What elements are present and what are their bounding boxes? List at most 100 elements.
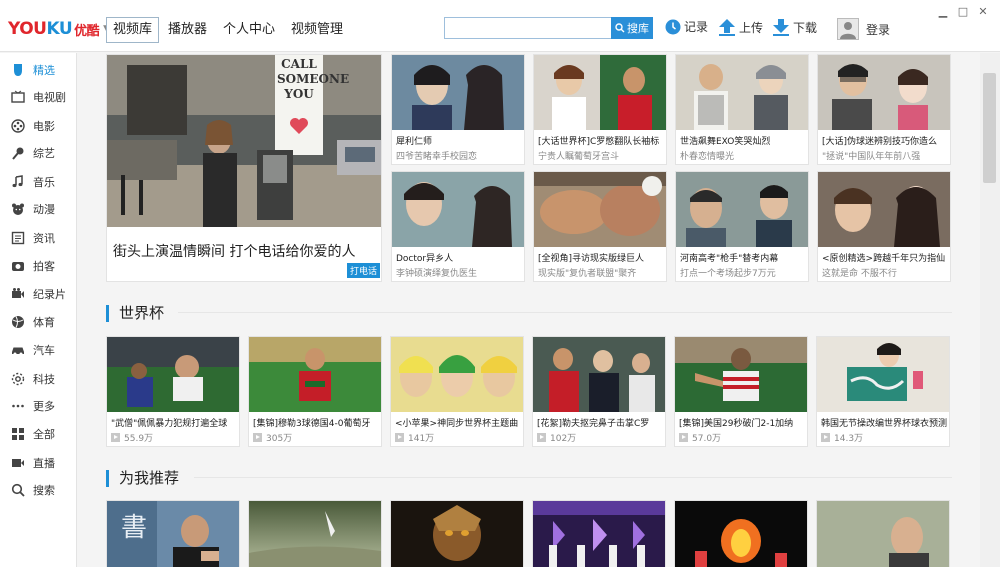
search-button-label: 搜库 bbox=[627, 23, 649, 35]
section-divider bbox=[194, 477, 952, 478]
featured-card[interactable]: [大话]伪球迷辨别技巧你造么 "拯说"中国队年年前八强 bbox=[817, 54, 951, 165]
featured-card[interactable]: 犀利仁师 四爷苦睹幸手校园恋 bbox=[391, 54, 525, 165]
sidebar-item-tech[interactable]: 科技 bbox=[0, 367, 76, 391]
featured-card-subtitle: 这就是命 不服不行 bbox=[822, 269, 897, 279]
worldcup-card[interactable]: 韩国无节操改编世界杯球衣预测 14.3万 bbox=[816, 336, 950, 447]
youku-client-window: YOUKU优酷▼ 视频库 播放器 个人中心 视频管理 搜库 记录 上传 下载 登… bbox=[0, 0, 1000, 567]
sidebar-item-film-reel[interactable]: 电影 bbox=[0, 114, 76, 138]
sidebar-item-grid[interactable]: 全部 bbox=[0, 422, 76, 446]
login-button[interactable]: 登录 bbox=[837, 18, 890, 40]
recommend-thumbnail bbox=[675, 501, 807, 567]
view-count: 55.9万 bbox=[111, 431, 153, 444]
record-label: 记录 bbox=[684, 20, 709, 34]
close-icon[interactable]: ✕ bbox=[976, 5, 990, 18]
featured-icon bbox=[10, 63, 25, 78]
sidebar-item-label: 动漫 bbox=[33, 203, 55, 216]
sidebar-item-news[interactable]: 资讯 bbox=[0, 226, 76, 250]
sidebar-item-ball[interactable]: 体育 bbox=[0, 310, 76, 334]
vertical-scrollbar[interactable] bbox=[980, 53, 1000, 567]
recommend-card[interactable] bbox=[390, 500, 524, 567]
sidebar-item-label: 电影 bbox=[33, 120, 55, 133]
sidebar-item-more[interactable]: 更多 bbox=[0, 394, 76, 418]
worldcup-card[interactable]: "武僧"佩佩暴力犯规打遍全球 55.9万 bbox=[106, 336, 240, 447]
download-button[interactable]: 下载 bbox=[772, 18, 817, 36]
featured-card-title: 世浩飙舞EXO笑哭灿烈 bbox=[680, 137, 771, 147]
sidebar-item-bear[interactable]: 动漫 bbox=[0, 197, 76, 221]
search-input[interactable] bbox=[444, 17, 612, 39]
featured-card-subtitle: 宁贵人瞩葡萄牙宫斗 bbox=[538, 152, 620, 162]
tab-video-library[interactable]: 视频库 bbox=[106, 17, 160, 43]
play-count-icon bbox=[537, 433, 546, 442]
worldcup-card[interactable]: [集锦]美国29秒破门2-1加纳 57.0万 bbox=[674, 336, 808, 447]
featured-card[interactable]: [全视角]寻访现实版绿巨人 现实版"复仇者联盟"聚齐 bbox=[533, 171, 667, 282]
recommend-thumbnail bbox=[391, 501, 523, 567]
sidebar-item-car[interactable]: 汽车 bbox=[0, 338, 76, 362]
featured-card-title: [全视角]寻访现实版绿巨人 bbox=[538, 254, 645, 264]
recommend-thumbnail: 書 bbox=[107, 501, 239, 567]
worldcup-card-title: [花絮]勒夫抠完鼻子击掌C罗 bbox=[537, 419, 650, 429]
worldcup-card[interactable]: [集锦]穆勒3球德国4-0葡萄牙 305万 bbox=[248, 336, 382, 447]
tab-player[interactable]: 播放器 bbox=[161, 17, 214, 43]
recommend-card[interactable] bbox=[674, 500, 808, 567]
recommend-thumbnail bbox=[249, 501, 381, 567]
featured-main-thumbnail: CALL SOMEONE YOU bbox=[107, 55, 381, 227]
worldcup-card-title: [集锦]美国29秒破门2-1加纳 bbox=[679, 419, 794, 429]
search-button[interactable]: 搜库 bbox=[611, 17, 653, 39]
bear-icon bbox=[10, 202, 25, 217]
sidebar-item-label: 直播 bbox=[33, 457, 55, 470]
youku-logo[interactable]: YOUKU优酷▼ bbox=[8, 17, 110, 41]
recommend-card[interactable] bbox=[816, 500, 950, 567]
worldcup-card[interactable]: [花絮]勒夫抠完鼻子击掌C罗 102万 bbox=[532, 336, 666, 447]
worldcup-thumbnail bbox=[675, 337, 807, 412]
sidebar-item-microphone[interactable]: 综艺 bbox=[0, 141, 76, 165]
section-divider bbox=[178, 312, 952, 313]
record-button[interactable]: 记录 bbox=[665, 18, 708, 35]
featured-thumbnail bbox=[676, 55, 808, 130]
featured-main-title: 街头上演温情瞬间 打个电话给你爱的人 bbox=[113, 244, 356, 260]
ball-icon bbox=[10, 315, 25, 330]
view-count: 57.0万 bbox=[679, 431, 721, 444]
featured-card[interactable]: 世浩飙舞EXO笑哭灿烈 朴春恋情曝光 bbox=[675, 54, 809, 165]
download-label: 下载 bbox=[793, 20, 818, 35]
sidebar-item-label: 音乐 bbox=[33, 176, 55, 189]
minimize-icon[interactable]: ▁ bbox=[936, 5, 950, 18]
sidebar-item-featured[interactable]: 精选 bbox=[0, 58, 76, 82]
worldcup-thumbnail bbox=[533, 337, 665, 412]
featured-thumbnail bbox=[676, 172, 808, 247]
recommend-card[interactable] bbox=[248, 500, 382, 567]
sidebar-item-camera[interactable]: 拍客 bbox=[0, 254, 76, 278]
sign-text: CALL SOMEONE YOU bbox=[277, 57, 350, 101]
worldcup-card[interactable]: <小苹果>神同步世界杯主题曲 141万 bbox=[390, 336, 524, 447]
section-title-worldcup: 世界杯 bbox=[106, 305, 164, 322]
featured-card-title: <原创精选>跨越千年只为指仙 bbox=[822, 254, 946, 264]
search-icon bbox=[615, 23, 625, 33]
download-arrow-icon bbox=[773, 19, 789, 36]
featured-card[interactable]: [大话世界杯]C罗憋翻队长袖标 宁贵人瞩葡萄牙宫斗 bbox=[533, 54, 667, 165]
featured-card[interactable]: 河南高考"枪手"替考内幕 打点一个考场起步7万元 bbox=[675, 171, 809, 282]
recommend-card[interactable]: 書 bbox=[106, 500, 240, 567]
featured-card-title: [大话世界杯]C罗憋翻队长袖标 bbox=[538, 137, 660, 147]
featured-card[interactable]: Doctor异乡人 李钟硕演绎复仇医生 bbox=[391, 171, 525, 282]
sidebar-item-video-camera[interactable]: 纪录片 bbox=[0, 282, 76, 306]
sidebar: 精选电视剧电影综艺音乐动漫资讯拍客纪录片体育汽车科技更多全部直播搜索 bbox=[0, 53, 77, 567]
tab-personal-center[interactable]: 个人中心 bbox=[216, 17, 282, 43]
featured-card[interactable]: <原创精选>跨越千年只为指仙 这就是命 不服不行 bbox=[817, 171, 951, 282]
view-count: 14.3万 bbox=[821, 431, 863, 444]
sidebar-item-live[interactable]: 直播 bbox=[0, 451, 76, 475]
more-icon bbox=[10, 399, 25, 414]
worldcup-thumbnail bbox=[817, 337, 949, 412]
featured-main-card[interactable]: CALL SOMEONE YOU 街头上演温情瞬间 打个电话给你爱的人 打电话 bbox=[106, 54, 382, 282]
heart-icon bbox=[290, 118, 308, 134]
sidebar-item-music-note[interactable]: 音乐 bbox=[0, 170, 76, 194]
sidebar-item-label: 精选 bbox=[33, 64, 55, 77]
maximize-icon[interactable]: □ bbox=[956, 5, 970, 18]
upload-button[interactable]: 上传 bbox=[718, 18, 763, 36]
user-avatar-icon bbox=[837, 18, 859, 40]
sidebar-item-tv[interactable]: 电视剧 bbox=[0, 85, 76, 109]
tab-video-management[interactable]: 视频管理 bbox=[284, 17, 350, 43]
logo-cn: 优酷 bbox=[74, 23, 100, 39]
view-count-value: 102万 bbox=[550, 434, 577, 444]
recommend-card[interactable] bbox=[532, 500, 666, 567]
sidebar-item-search[interactable]: 搜索 bbox=[0, 478, 76, 502]
scrollbar-thumb[interactable] bbox=[983, 73, 996, 183]
